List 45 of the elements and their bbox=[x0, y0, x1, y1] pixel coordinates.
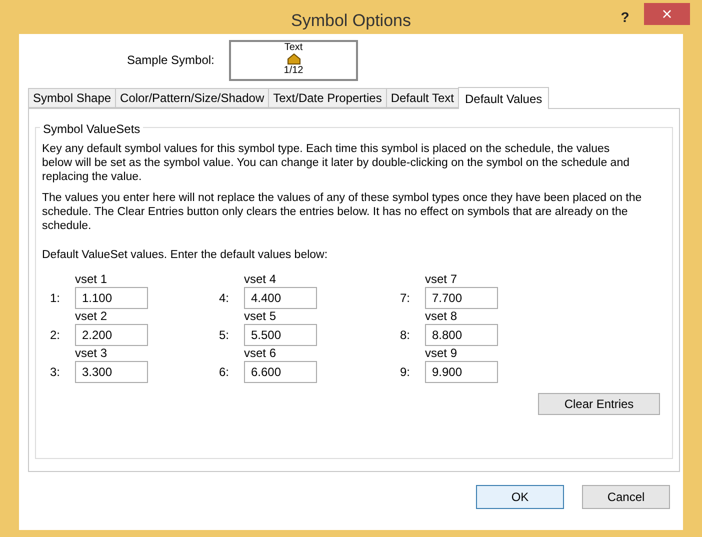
value-field[interactable]: 2.200 bbox=[75, 324, 148, 346]
row-number: 5: bbox=[219, 327, 230, 344]
vset-label: vset 5 bbox=[244, 309, 278, 324]
row-number: 3: bbox=[50, 364, 62, 382]
symbol-date: 1/12 bbox=[284, 64, 304, 76]
tab[interactable]: Symbol Shape bbox=[28, 88, 116, 108]
row-number: 7: bbox=[400, 290, 412, 308]
instruction-text: Default ValueSet values. Enter the default values below: bbox=[42, 248, 329, 263]
close-button[interactable]: × bbox=[644, 3, 690, 25]
tab[interactable]: Text/Date Properties bbox=[268, 88, 387, 108]
tab[interactable]: Default Text bbox=[386, 88, 459, 108]
clear-entries-button[interactable]: Clear Entries bbox=[538, 393, 660, 416]
vset-label: vset 1 bbox=[75, 272, 108, 288]
value-field[interactable]: 8.800 bbox=[425, 324, 498, 346]
tab[interactable]: Color/Pattern/Size/Shadow bbox=[115, 88, 270, 108]
dialog-button[interactable]: Cancel bbox=[582, 485, 670, 509]
row-number: 4: bbox=[219, 290, 230, 308]
value-field[interactable]: 1.100 bbox=[75, 287, 148, 310]
dialog-button[interactable]: OK bbox=[476, 485, 564, 509]
symbol-text: Text bbox=[284, 42, 303, 52]
value-field[interactable]: 5.500 bbox=[244, 324, 317, 346]
sample-label: Sample Symbol: bbox=[127, 52, 216, 69]
tab[interactable]: Default Values bbox=[458, 87, 550, 109]
row-number: 1: bbox=[50, 290, 62, 308]
description-text: The values you enter here will not replace the values of any of these symbol types once they have been placed on the schedule. The Clear Entries button only clears the entries below. It has no effect on symbols that are already on the schedule. bbox=[42, 191, 642, 233]
vset-label: vset 4 bbox=[244, 272, 278, 288]
value-field[interactable]: 9.900 bbox=[425, 361, 498, 384]
vset-label: vset 9 bbox=[425, 346, 458, 362]
value-field[interactable]: 4.400 bbox=[244, 287, 317, 310]
row-number: 2: bbox=[50, 327, 62, 344]
vset-label: vset 6 bbox=[244, 346, 278, 362]
vset-label: vset 2 bbox=[75, 309, 108, 324]
description-text: Key any default symbol values for this symbol type. Each time this symbol is placed on the schedule, the values below will be set as the symbol value. You can change it later by double-clicking on the symbol on the schedule and replacing the value. bbox=[42, 142, 630, 184]
house-icon bbox=[286, 52, 300, 64]
row-number: 9: bbox=[400, 364, 412, 382]
value-field[interactable]: 7.700 bbox=[425, 287, 498, 310]
help-button[interactable]: ? bbox=[612, 5, 638, 29]
window-title: Symbol Options bbox=[291, 10, 411, 32]
value-field[interactable]: 3.300 bbox=[75, 361, 148, 384]
vset-label: vset 3 bbox=[75, 346, 108, 362]
row-number: 8: bbox=[400, 327, 412, 344]
row-number: 6: bbox=[219, 364, 230, 382]
vset-label: vset 7 bbox=[425, 272, 458, 288]
value-field[interactable]: 6.600 bbox=[244, 361, 317, 384]
vset-label: vset 8 bbox=[425, 309, 458, 324]
